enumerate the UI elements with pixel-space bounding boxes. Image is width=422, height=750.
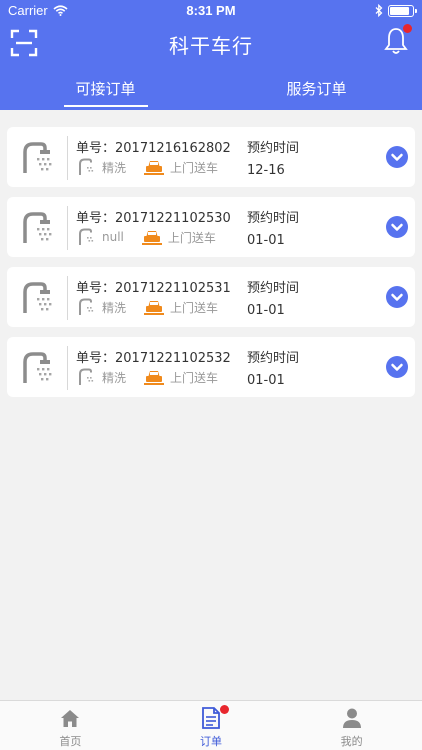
order-tabs: 可接订单 服务订单 [0,75,422,110]
delivery-truck-icon [144,371,165,385]
order-number: 单号：20171216162802 [76,141,231,156]
bluetooth-icon [375,4,383,17]
car-wash-icon [23,352,52,383]
car-wash-icon [23,212,52,243]
order-card[interactable]: 单号：20171221102530 null 上门送车 预约时间 01-01 [7,197,415,257]
appointment-time: 01-01 [247,303,285,318]
appointment-label: 预约时间 [247,281,300,296]
bottom-tabbar: 首页 订单 我的 [0,700,422,750]
card-divider [67,206,68,250]
orders-icon [202,707,220,729]
tab-service-orders[interactable]: 服务订单 [211,75,422,110]
tabbar-profile-label: 我的 [340,735,363,748]
card-divider [67,276,68,320]
wash-service-icon [79,368,94,385]
status-bar: Carrier 8:31 PM [0,0,422,20]
chevron-down-icon [391,153,403,161]
appointment-label: 预约时间 [247,351,300,366]
battery-icon [388,4,417,17]
service-row: 精洗 上门送车 [78,158,218,176]
delivery-truck-icon [144,301,165,315]
tab-available-orders[interactable]: 可接订单 [0,75,211,110]
appointment-label: 预约时间 [247,211,300,226]
tabbar-home[interactable]: 首页 [0,701,141,750]
service-name: 精洗 [102,370,127,385]
service-name: 精洗 [102,300,127,315]
chevron-down-icon [391,363,403,371]
order-number: 单号：20171221102531 [76,281,231,296]
service-row: null 上门送车 [78,228,216,246]
order-number: 单号：20171221102532 [76,351,231,366]
expand-button[interactable] [386,356,408,378]
delivery-truck-icon [144,161,165,175]
tabbar-orders[interactable]: 订单 [141,701,282,750]
appointment-time: 12-16 [247,163,285,178]
car-wash-icon [23,282,52,313]
delivery-type: 上门送车 [170,160,219,175]
appointment-time: 01-01 [247,373,285,388]
chevron-down-icon [391,293,403,301]
service-row: 精洗 上门送车 [78,368,218,386]
tabbar-profile[interactable]: 我的 [281,701,422,750]
card-divider [67,136,68,180]
wash-service-icon [79,298,94,315]
tabbar-orders-label: 订单 [200,735,222,748]
notification-badge [403,24,412,33]
header: 科干车行 可接订单 服务订单 [0,20,422,110]
status-right [375,4,417,17]
service-name: null [102,230,124,244]
order-card[interactable]: 单号：20171221102532 精洗 上门送车 预约时间 01-01 [7,337,415,397]
order-list: 单号：20171216162802 精洗 上门送车 预约时间 12-16 单号：… [7,127,415,407]
order-number: 单号：20171221102530 [76,211,231,226]
card-divider [67,346,68,390]
wash-service-icon [79,228,94,245]
orders-badge [220,705,229,714]
chevron-down-icon [391,223,403,231]
delivery-type: 上门送车 [170,370,219,385]
notification-button[interactable] [384,24,412,58]
expand-button[interactable] [386,146,408,168]
appointment-time: 01-01 [247,233,285,248]
tabbar-home-label: 首页 [59,735,82,748]
delivery-type: 上门送车 [167,230,216,245]
service-row: 精洗 上门送车 [78,298,218,316]
profile-icon [342,708,361,728]
order-card[interactable]: 单号：20171221102531 精洗 上门送车 预约时间 01-01 [7,267,415,327]
expand-button[interactable] [386,286,408,308]
home-icon [61,710,80,727]
car-wash-icon [23,142,52,173]
delivery-truck-icon [141,231,162,245]
wash-service-icon [79,158,94,175]
expand-button[interactable] [386,216,408,238]
status-time: 8:31 PM [186,3,236,18]
service-name: 精洗 [102,160,127,175]
page-title: 科干车行 [169,34,253,58]
delivery-type: 上门送车 [170,300,219,315]
appointment-label: 预约时间 [247,141,300,156]
order-card[interactable]: 单号：20171216162802 精洗 上门送车 预约时间 12-16 [7,127,415,187]
orders-icon-wrap [200,705,229,730]
